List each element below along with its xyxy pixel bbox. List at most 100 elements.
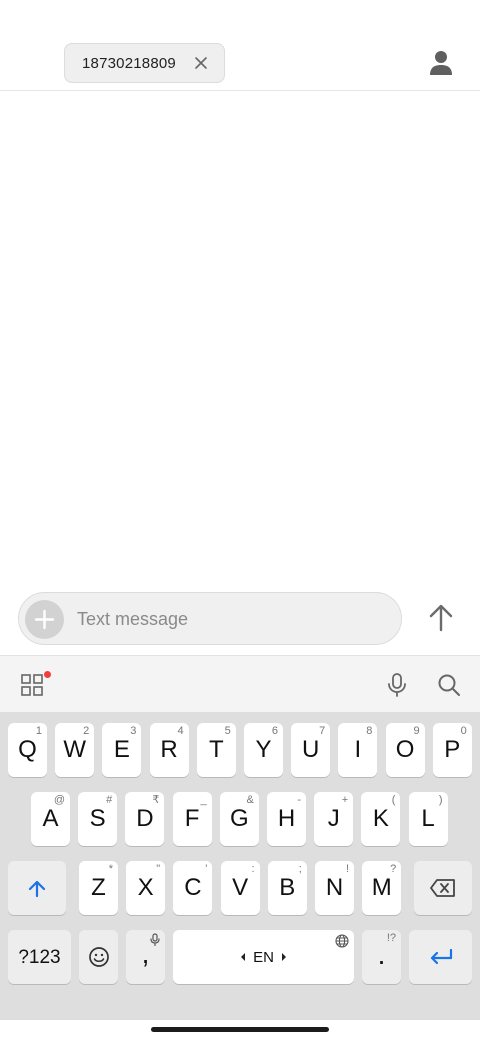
key-label: D [136, 805, 154, 832]
key-n[interactable]: ! N [315, 861, 354, 915]
symbols-label: ?123 [18, 946, 61, 968]
key-f[interactable]: _ F [172, 792, 212, 846]
keyboard: 1Q2W3E4R5T6Y7U8I9O0P @ A # S ₹ D _ F & G - H + J(K) L … [0, 712, 480, 1020]
key-t[interactable]: 5T [196, 723, 236, 777]
enter-icon [430, 948, 452, 965]
send-button[interactable] [424, 601, 458, 635]
grid-icon[interactable] [20, 673, 44, 697]
key-hint: * [108, 863, 113, 875]
person-icon[interactable] [426, 48, 456, 78]
key-label: R [160, 736, 178, 763]
key-hint: ! [345, 863, 349, 875]
key-label: N [325, 874, 344, 901]
key-label: P [444, 736, 461, 763]
space-key[interactable]: EN [173, 930, 354, 984]
key-label: O [395, 736, 415, 763]
period-key[interactable]: !? . [362, 930, 401, 984]
add-attachment-button[interactable] [25, 600, 64, 639]
key-hint: 7 [319, 725, 326, 737]
key-hint: 1 [35, 725, 42, 737]
plus-icon [34, 609, 55, 630]
key-hint: ; [298, 863, 302, 875]
key-k[interactable]: (K [361, 792, 401, 846]
space-language-label: EN [253, 948, 274, 966]
key-q[interactable]: 1Q [8, 723, 47, 777]
mic-icon [150, 933, 160, 946]
notification-dot [44, 671, 51, 678]
key-hint: - [297, 794, 301, 806]
key-x[interactable]: " X [126, 861, 166, 915]
key-label: A [42, 805, 59, 832]
key-w[interactable]: 2W [55, 723, 95, 777]
key-label: V [232, 874, 249, 901]
comma-label: , [141, 938, 150, 969]
key-label: T [208, 736, 224, 763]
period-hint: !? [386, 932, 396, 944]
comma-key[interactable]: , [126, 930, 165, 984]
key-hint: _ [200, 794, 207, 806]
key-label: H [277, 805, 296, 832]
key-u[interactable]: 7U [291, 723, 331, 777]
key-hint: @ [53, 794, 65, 806]
chevron-right-icon [281, 953, 286, 961]
shift-icon [28, 880, 46, 898]
key-hint: ( [391, 794, 396, 806]
key-label: Y [255, 736, 272, 763]
recipient-chip[interactable]: 18730218809 [64, 43, 225, 83]
key-j[interactable]: + J [314, 792, 354, 846]
key-l[interactable]: ) L [408, 792, 448, 846]
key-m[interactable]: ? M [362, 861, 402, 915]
key-a[interactable]: @ A [31, 792, 70, 846]
key-hint: # [106, 794, 113, 806]
key-label: L [421, 805, 435, 832]
key-h[interactable]: -H [267, 792, 306, 846]
search-icon[interactable] [436, 672, 462, 698]
key-z[interactable]: * Z [79, 861, 118, 915]
key-b[interactable]: ; B [267, 861, 307, 915]
key-hint: 0 [460, 725, 467, 737]
key-label: M [371, 874, 392, 901]
key-label: F [184, 805, 200, 832]
recipient-number: 18730218809 [82, 54, 176, 72]
key-c[interactable]: ' C [173, 861, 213, 915]
key-label: E [113, 736, 130, 763]
messaging-screen: 18730218809 Text message 1 Q 2 W 3 E 4 R… [0, 0, 480, 1040]
key-e[interactable]: 3E [102, 723, 142, 777]
message-input[interactable] [77, 603, 377, 635]
close-icon[interactable] [192, 54, 210, 72]
key-r[interactable]: 4R [149, 723, 189, 777]
key-o[interactable]: 9O [385, 723, 425, 777]
key-hint: ' [205, 863, 208, 875]
chevron-left-icon [241, 953, 246, 961]
shift-key[interactable] [8, 861, 66, 915]
symbols-key[interactable]: ?123 [8, 930, 71, 984]
mic-icon[interactable] [385, 672, 409, 698]
key-i[interactable]: 8I [338, 723, 378, 777]
key-label: W [63, 736, 87, 763]
recipient-bar: 18730218809 [0, 0, 480, 91]
key-y[interactable]: 6Y [244, 723, 283, 777]
key-s[interactable]: # S [78, 792, 118, 846]
key-label: G [229, 805, 249, 832]
home-indicator[interactable] [151, 1027, 329, 1032]
key-hint: ₹ [152, 794, 160, 806]
key-hint: 3 [130, 725, 137, 737]
key-label: I [354, 736, 362, 763]
key-label: X [137, 874, 154, 901]
key-p[interactable]: 0P [432, 723, 472, 777]
key-hint: + [341, 794, 349, 806]
arrow-up-icon [429, 604, 453, 632]
key-hint: 6 [271, 725, 278, 737]
key-v[interactable]: :V [220, 861, 260, 915]
emoji-key[interactable] [79, 930, 118, 984]
key-label: J [327, 805, 340, 832]
keyboard-toolbar [0, 655, 480, 712]
key-hint: 2 [83, 725, 90, 737]
key-hint: ) [438, 794, 443, 806]
key-d[interactable]: ₹ D [125, 792, 165, 846]
key-g[interactable]: & G [219, 792, 259, 846]
key-label: S [89, 805, 106, 832]
enter-key[interactable] [409, 930, 472, 984]
backspace-key[interactable] [414, 861, 472, 915]
key-hint: 5 [224, 725, 231, 737]
